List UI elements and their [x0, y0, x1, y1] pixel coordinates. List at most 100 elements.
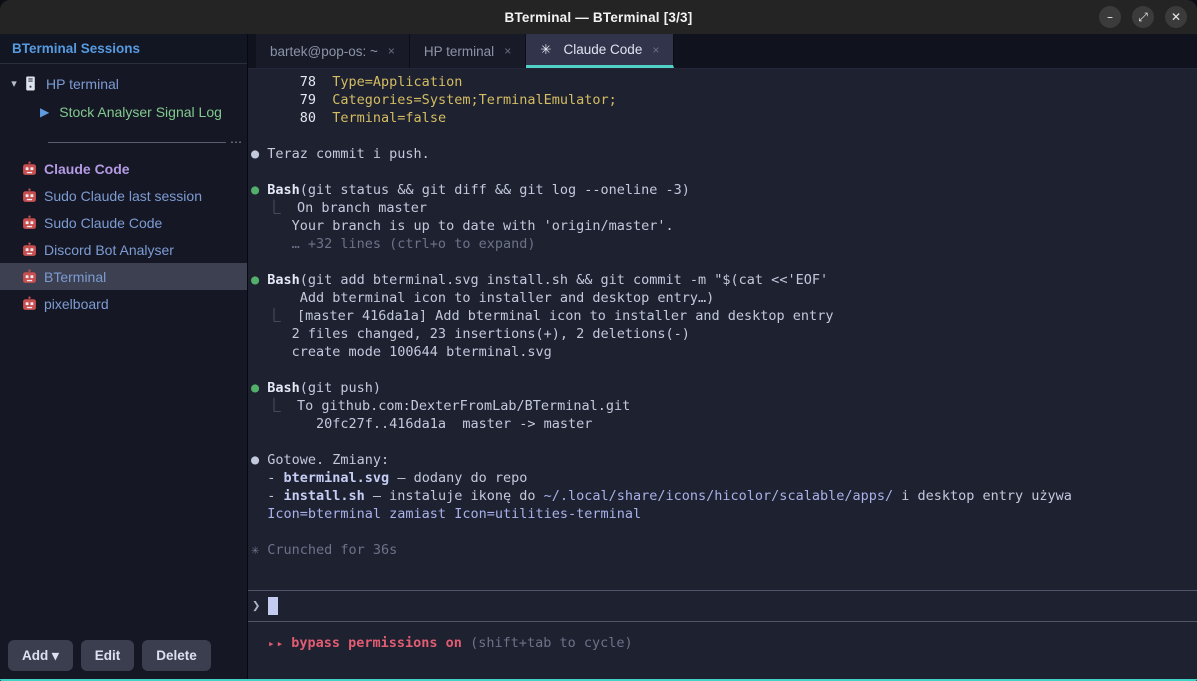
sidebar-session-item[interactable]: pixelboard: [0, 290, 247, 317]
chevron-down-icon[interactable]: ▾: [6, 77, 22, 90]
close-tab-icon[interactable]: ×: [388, 44, 395, 58]
terminal-line: - install.sh — instaluje ikonę do ~/.loc…: [251, 487, 1197, 505]
terminal-segment: -: [251, 488, 284, 504]
terminal-line: Your branch is up to date with 'origin/m…: [251, 217, 1197, 235]
tab-hp-terminal[interactable]: HP terminal×: [410, 34, 526, 68]
terminal-segment: ⎿: [251, 398, 297, 414]
terminal-segment: Type=Application: [332, 74, 462, 90]
terminal-segment: create mode 100644 bterminal.svg: [251, 344, 552, 360]
sidebar-buttons: Add ▾ Edit Delete: [0, 632, 247, 679]
terminal-line: … +32 lines (ctrl+o to expand): [251, 235, 1197, 253]
terminal-segment: [master 416da1a] Add bterminal icon to i…: [297, 308, 833, 324]
terminal-segment: -: [251, 470, 284, 486]
sidebar-session-item[interactable]: BTerminal: [0, 263, 247, 290]
tab-claude-code[interactable]: ✳Claude Code×: [526, 34, 674, 68]
terminal-line: ⎿ To github.com:DexterFromLab/BTerminal.…: [251, 397, 1197, 415]
terminal-line: [251, 253, 1197, 271]
permission-mode-hint: (shift+tab to cycle): [470, 635, 633, 651]
permission-mode-label: bypass permissions on: [291, 635, 462, 651]
terminal-segment: install.sh: [284, 488, 365, 504]
robot-icon: [22, 296, 37, 311]
terminal-segment: Terminal=false: [332, 110, 446, 126]
terminal-segment: Add bterminal icon to installer and desk…: [251, 290, 714, 306]
app-window: BTerminal — BTerminal [3/3] – ⤢ ✕ BTermi…: [0, 0, 1197, 681]
add-button[interactable]: Add ▾: [8, 640, 73, 671]
terminal-line: [251, 433, 1197, 451]
terminal-segment: Bash: [267, 272, 300, 288]
terminal-line: ● Bash(git status && git diff && git log…: [251, 181, 1197, 199]
sidebar-session-item[interactable]: Discord Bot Analyser: [0, 236, 247, 263]
terminal-line: [251, 361, 1197, 379]
terminal-segment: ●: [251, 380, 267, 396]
session-label: pixelboard: [44, 296, 109, 312]
sidebar-session-item[interactable]: Sudo Claude Code: [0, 209, 247, 236]
terminal-line: ● Bash(git push): [251, 379, 1197, 397]
terminal-segment: ●: [251, 182, 267, 198]
terminal-output[interactable]: 78 Type=Application 79 Categories=System…: [248, 69, 1197, 590]
ellipsis-icon: ⋯: [230, 135, 243, 149]
terminal-line: 80 Terminal=false: [251, 109, 1197, 127]
terminal-segment: 79: [251, 92, 332, 108]
text-cursor: [268, 597, 278, 615]
window-controls: – ⤢ ✕: [1099, 6, 1187, 28]
terminal-segment: Bash: [267, 380, 300, 396]
main-area: bartek@pop-os: ~×HP terminal×✳Claude Cod…: [248, 34, 1197, 679]
terminal-line: [251, 127, 1197, 145]
prompt-input[interactable]: ❯: [248, 590, 1197, 622]
sidebar-session-item[interactable]: Sudo Claude last session: [0, 182, 247, 209]
terminal-segment: (git status && git diff && git log --one…: [300, 182, 690, 198]
tree-item-stock-analyser[interactable]: ▶ Stock Analyser Signal Log: [0, 97, 247, 127]
terminal-segment: — dodany do repo: [389, 470, 527, 486]
tab-label: Claude Code: [564, 42, 643, 57]
terminal-line: [251, 163, 1197, 181]
terminal-line: Add bterminal icon to installer and desk…: [251, 289, 1197, 307]
terminal-line: ✳ Crunched for 36s: [251, 541, 1197, 559]
robot-icon: [22, 215, 37, 230]
session-label: BTerminal: [44, 269, 106, 285]
terminal-segment: Categories=System;TerminalEmulator;: [332, 92, 616, 108]
prompt-chevron-icon: ❯: [252, 598, 260, 614]
terminal-segment: 2 files changed, 23 insertions(+), 2 del…: [251, 326, 690, 342]
double-arrow-icon: ▸▸: [268, 637, 285, 650]
tree-item-hp-terminal[interactable]: ▾ HP terminal: [0, 70, 247, 97]
tree-divider: ⋯: [48, 135, 243, 149]
terminal-line: [251, 523, 1197, 541]
sidebar-spacer: [0, 317, 247, 632]
terminal-segment: 20fc27f..416da1a master -> master: [251, 416, 592, 432]
close-tab-icon[interactable]: ×: [652, 43, 659, 57]
minimize-icon[interactable]: –: [1099, 6, 1121, 28]
terminal-segment: — instaluje ikonę do: [365, 488, 544, 504]
terminal-segment: ⎿: [251, 200, 297, 216]
terminal-segment: 80: [251, 110, 332, 126]
terminal-line: - bterminal.svg — dodany do repo: [251, 469, 1197, 487]
status-bar: ▸▸ bypass permissions on (shift+tab to cy…: [248, 622, 1197, 679]
session-tree: ▾ HP terminal ▶ Stock Analyser Signal Lo…: [0, 64, 247, 317]
tab-label: bartek@pop-os: ~: [270, 44, 378, 59]
terminal-segment: ~/.local/share/icons/hicolor/scalable/ap…: [544, 488, 894, 504]
tree-item-label: Stock Analyser Signal Log: [59, 104, 222, 120]
terminal-segment: Bash: [267, 182, 300, 198]
close-tab-icon[interactable]: ×: [504, 44, 511, 58]
session-label: Sudo Claude last session: [44, 188, 202, 204]
sidebar-session-item[interactable]: Claude Code: [0, 155, 247, 182]
terminal-segment: On branch master: [297, 200, 427, 216]
terminal-segment: To github.com:DexterFromLab/BTerminal.gi…: [297, 398, 630, 414]
terminal-segment: ●: [251, 272, 267, 288]
sidebar-header: BTerminal Sessions: [0, 34, 247, 64]
terminal-line: ⎿ [master 416da1a] Add bterminal icon to…: [251, 307, 1197, 325]
close-icon[interactable]: ✕: [1165, 6, 1187, 28]
terminal-segment: ✳ Crunched for 36s: [251, 542, 397, 558]
terminal-line: ● Teraz commit i push.: [251, 145, 1197, 163]
robot-icon: [22, 161, 37, 176]
terminal-segment: ● Gotowe. Zmiany:: [251, 452, 389, 468]
session-list: Claude Code Sudo Claude last session Sudo …: [0, 155, 247, 317]
robot-icon: [22, 269, 37, 284]
delete-button[interactable]: Delete: [142, 640, 211, 671]
terminal-segment: 78: [251, 74, 332, 90]
tab-bartek-pop-os-[interactable]: bartek@pop-os: ~ ×: [256, 34, 410, 68]
maximize-icon[interactable]: ⤢: [1132, 6, 1154, 28]
window-content: BTerminal Sessions ▾ HP terminal ▶ Stock…: [0, 34, 1197, 679]
edit-button[interactable]: Edit: [81, 640, 135, 671]
terminal-segment: i desktop entry używa: [893, 488, 1072, 504]
tab-bar: bartek@pop-os: ~×HP terminal×✳Claude Cod…: [248, 34, 1197, 69]
